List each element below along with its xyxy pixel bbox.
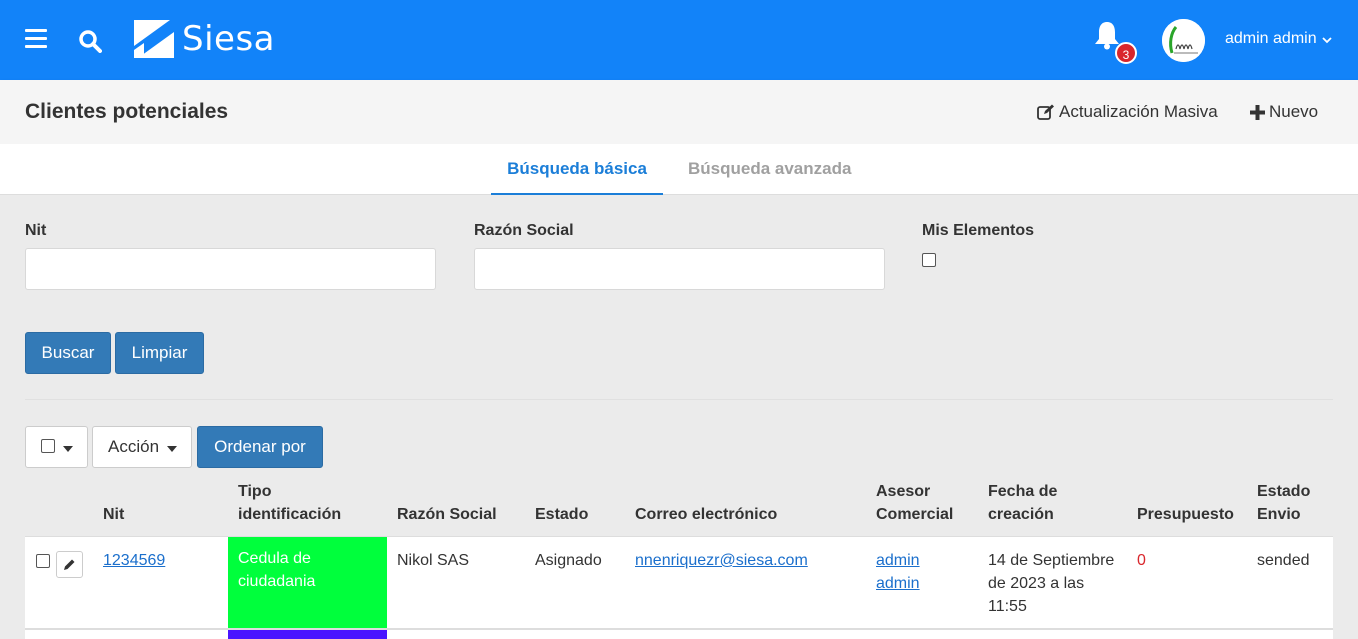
table-row [25, 628, 1333, 639]
clear-button[interactable]: Limpiar [115, 332, 204, 374]
row-edit-button[interactable] [56, 551, 83, 578]
new-label: Nuevo [1269, 102, 1319, 121]
action-label: Acción [108, 437, 160, 456]
column-header-estado[interactable]: Estado [535, 503, 588, 526]
siesa-logo-mark [134, 20, 174, 58]
new-button[interactable]: Nuevo [1250, 102, 1318, 122]
select-all-dropdown[interactable] [25, 426, 88, 468]
row-fecha-creacion: 14 de Septiembre de 2023 a las 11:55 [988, 552, 1115, 615]
search-button[interactable]: Buscar [25, 332, 111, 374]
mass-update-label: Actualización Masiva [1059, 102, 1218, 121]
row-estado-envio: sended [1257, 552, 1310, 569]
avatar[interactable] [1162, 19, 1205, 62]
row-nit-link[interactable]: 1234569 [103, 549, 165, 572]
column-header-razon-social[interactable]: Razón Social [397, 503, 497, 526]
row-tipo-identificacion [228, 630, 387, 639]
page-title: Clientes potenciales [25, 100, 229, 123]
column-header-nit[interactable]: Nit [103, 503, 124, 526]
top-navbar: Siesa 3 admin admin [0, 0, 1358, 80]
row-asesor-link[interactable]: admin admin [876, 549, 936, 595]
mass-update-button[interactable]: Actualización Masiva [1037, 102, 1218, 122]
mis-elementos-checkbox[interactable] [922, 253, 936, 267]
pencil-icon [64, 559, 75, 570]
row-checkbox[interactable] [36, 554, 50, 568]
mis-elementos-label: Mis Elementos [922, 222, 1035, 239]
row-razon-social: Nikol SAS [397, 552, 470, 569]
edit-icon [1037, 104, 1054, 120]
column-header-correo[interactable]: Correo electrónico [635, 503, 777, 526]
brand-name: Siesa [182, 19, 275, 59]
user-menu-name[interactable]: admin admin [1225, 30, 1317, 48]
search-tabs: Búsqueda básica Búsqueda avanzada [0, 144, 1358, 195]
razon-social-input[interactable] [474, 248, 885, 290]
page-header: Clientes potenciales Actualización Masiv… [0, 80, 1358, 144]
tab-basic-search[interactable]: Búsqueda básica [491, 159, 663, 195]
plus-icon [1250, 104, 1265, 120]
divider [25, 399, 1333, 400]
action-dropdown[interactable]: Acción [92, 426, 192, 468]
caret-down-icon [167, 446, 177, 452]
notification-badge: 3 [1115, 42, 1137, 64]
razon-social-label: Razón Social [474, 222, 574, 239]
row-presupuesto: 0 [1137, 552, 1146, 569]
column-header-estado-envio[interactable]: Estado Envio [1257, 480, 1327, 526]
select-all-checkbox[interactable] [41, 439, 55, 453]
row-tipo-identificacion: Cedula de ciudadania [228, 537, 387, 628]
caret-down-icon [63, 446, 73, 452]
avatar-image [1162, 19, 1205, 62]
nit-label: Nit [25, 222, 47, 239]
order-by-button[interactable]: Ordenar por [197, 426, 323, 468]
column-header-tipo[interactable]: Tipo identificación [238, 480, 368, 526]
column-header-asesor[interactable]: Asesor Comercial [876, 480, 972, 526]
menu-icon[interactable] [25, 29, 47, 49]
column-header-presupuesto[interactable]: Presupuesto [1137, 503, 1234, 526]
column-header-fecha[interactable]: Fecha de creación [988, 480, 1078, 526]
tab-advanced-search[interactable]: Búsqueda avanzada [688, 159, 851, 179]
nit-input[interactable] [25, 248, 436, 290]
table-row: 1234569 Cedula de ciudadania Nikol SAS A… [25, 536, 1333, 628]
search-icon[interactable] [78, 29, 102, 53]
row-correo-link[interactable]: nnenriquezr@siesa.com [635, 549, 808, 572]
siesa-logo[interactable]: Siesa [134, 19, 275, 59]
row-estado: Asignado [535, 552, 602, 569]
chevron-down-icon[interactable] [1322, 37, 1332, 44]
